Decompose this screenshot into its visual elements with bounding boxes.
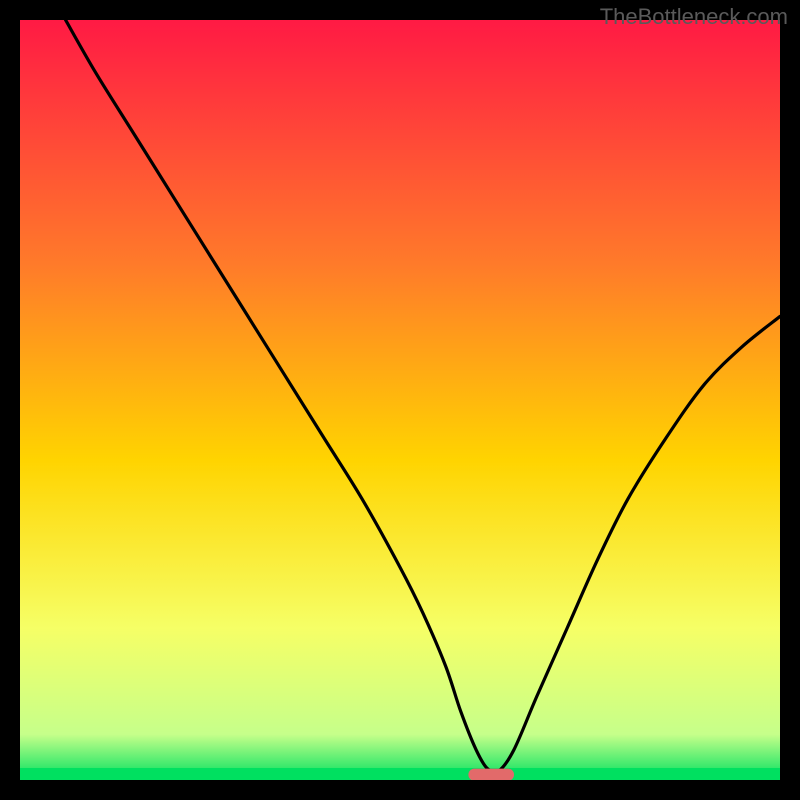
bottleneck-marker — [468, 769, 514, 780]
chart-frame: TheBottleneck.com — [0, 0, 800, 800]
green-baseline-band — [20, 768, 780, 780]
watermark-text: TheBottleneck.com — [600, 4, 788, 30]
bottleneck-chart — [20, 20, 780, 780]
